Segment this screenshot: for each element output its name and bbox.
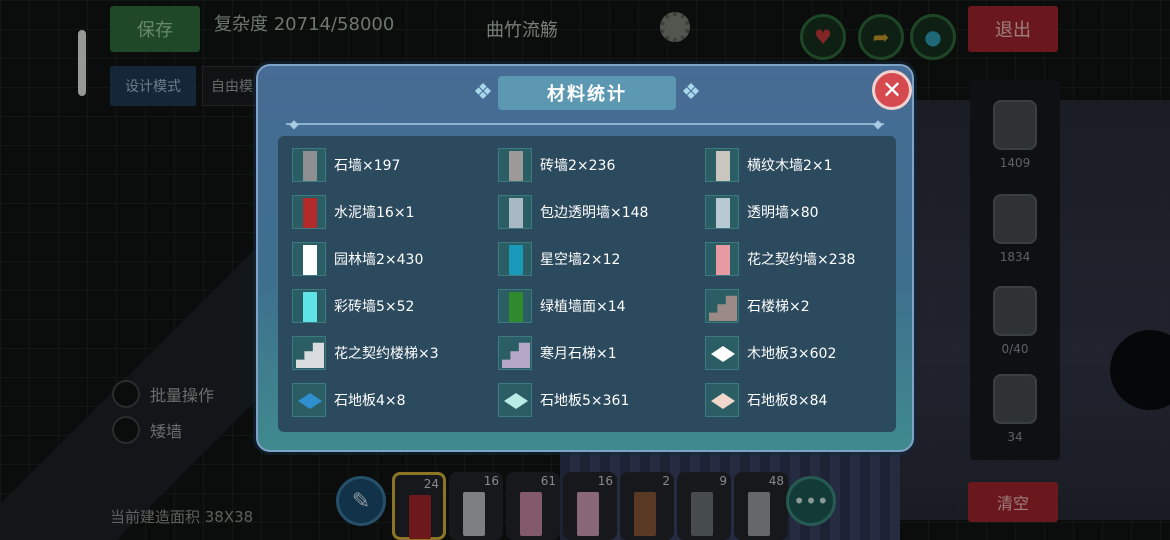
material-item: 透明墙×80 — [705, 195, 819, 229]
wood-floor-icon — [705, 336, 739, 370]
glass-wall-icon — [705, 195, 739, 229]
material-item: 石地板5×361 — [498, 383, 629, 417]
stone-stairs-icon — [705, 289, 739, 323]
material-item: 寒月石梯×1 — [498, 336, 617, 370]
stone-floor-8-icon — [705, 383, 739, 417]
stone-floor-5-icon — [498, 383, 532, 417]
cement-wall-icon — [292, 195, 326, 229]
material-label: 砖墙2×236 — [540, 158, 616, 174]
material-item: 花之契约楼梯×3 — [292, 336, 439, 370]
material-item: 横纹木墙2×1 — [705, 148, 833, 182]
material-label: 星空墙2×12 — [540, 252, 621, 268]
material-label: 园林墙2×430 — [334, 252, 424, 268]
material-item: 绿植墙面×14 — [498, 289, 626, 323]
material-item: 石墙×197 — [292, 148, 400, 182]
material-item: 木地板3×602 — [705, 336, 836, 370]
stone-floor-4-icon — [292, 383, 326, 417]
divider-ornament-icon: ◆ — [289, 117, 299, 131]
material-item: 水泥墙16×1 — [292, 195, 414, 229]
swirl-ornament-icon: ❖ — [681, 79, 701, 105]
starry-wall-icon — [498, 242, 532, 276]
material-stats-dialog: ❖ 材料统计 ❖ ◆ ◆ ✕ 石墙×197 砖墙2×236 横纹木墙2×1 水泥墙16… — [256, 64, 914, 452]
material-item: 园林墙2×430 — [292, 242, 423, 276]
material-label: 石墙×197 — [334, 158, 401, 174]
striped-wood-wall-icon — [705, 148, 739, 182]
garden-wall-icon — [292, 242, 326, 276]
material-label: 包边透明墙×148 — [540, 205, 649, 221]
material-label: 透明墙×80 — [747, 205, 819, 221]
material-label: 花之契约楼梯×3 — [334, 346, 439, 362]
material-item: 包边透明墙×148 — [498, 195, 648, 229]
color-brick-wall-icon — [292, 289, 326, 323]
edged-glass-wall-icon — [498, 195, 532, 229]
material-item: 砖墙2×236 — [498, 148, 615, 182]
material-label: 木地板3×602 — [747, 346, 837, 362]
material-label: 石地板4×8 — [334, 393, 406, 409]
material-label: 花之契约墙×238 — [747, 252, 856, 268]
green-plant-wall-icon — [498, 289, 532, 323]
close-icon[interactable]: ✕ — [872, 70, 912, 110]
material-label: 横纹木墙2×1 — [747, 158, 833, 174]
swirl-ornament-icon: ❖ — [473, 79, 493, 105]
material-label: 寒月石梯×1 — [540, 346, 617, 362]
divider — [286, 123, 884, 125]
material-label: 石楼梯×2 — [747, 299, 810, 315]
material-label: 彩砖墙5×52 — [334, 299, 415, 315]
flower-pact-stairs-icon — [292, 336, 326, 370]
stone-wall-icon — [292, 148, 326, 182]
material-label: 水泥墙16×1 — [334, 205, 415, 221]
cold-moon-stairs-icon — [498, 336, 532, 370]
material-item: 星空墙2×12 — [498, 242, 620, 276]
material-item: 彩砖墙5×52 — [292, 289, 414, 323]
material-label: 石地板8×84 — [747, 393, 828, 409]
material-item: 石楼梯×2 — [705, 289, 810, 323]
flower-pact-wall-icon — [705, 242, 739, 276]
material-label: 绿植墙面×14 — [540, 299, 626, 315]
material-item: 石地板4×8 — [292, 383, 406, 417]
material-item: 石地板8×84 — [705, 383, 827, 417]
material-item: 花之契约墙×238 — [705, 242, 855, 276]
brick-wall-icon — [498, 148, 532, 182]
divider-ornament-icon: ◆ — [873, 117, 883, 131]
material-label: 石地板5×361 — [540, 393, 630, 409]
material-list: 石墙×197 砖墙2×236 横纹木墙2×1 水泥墙16×1 包边透明墙×148 透明墙×… — [278, 136, 896, 432]
dialog-title: 材料统计 — [498, 76, 676, 110]
